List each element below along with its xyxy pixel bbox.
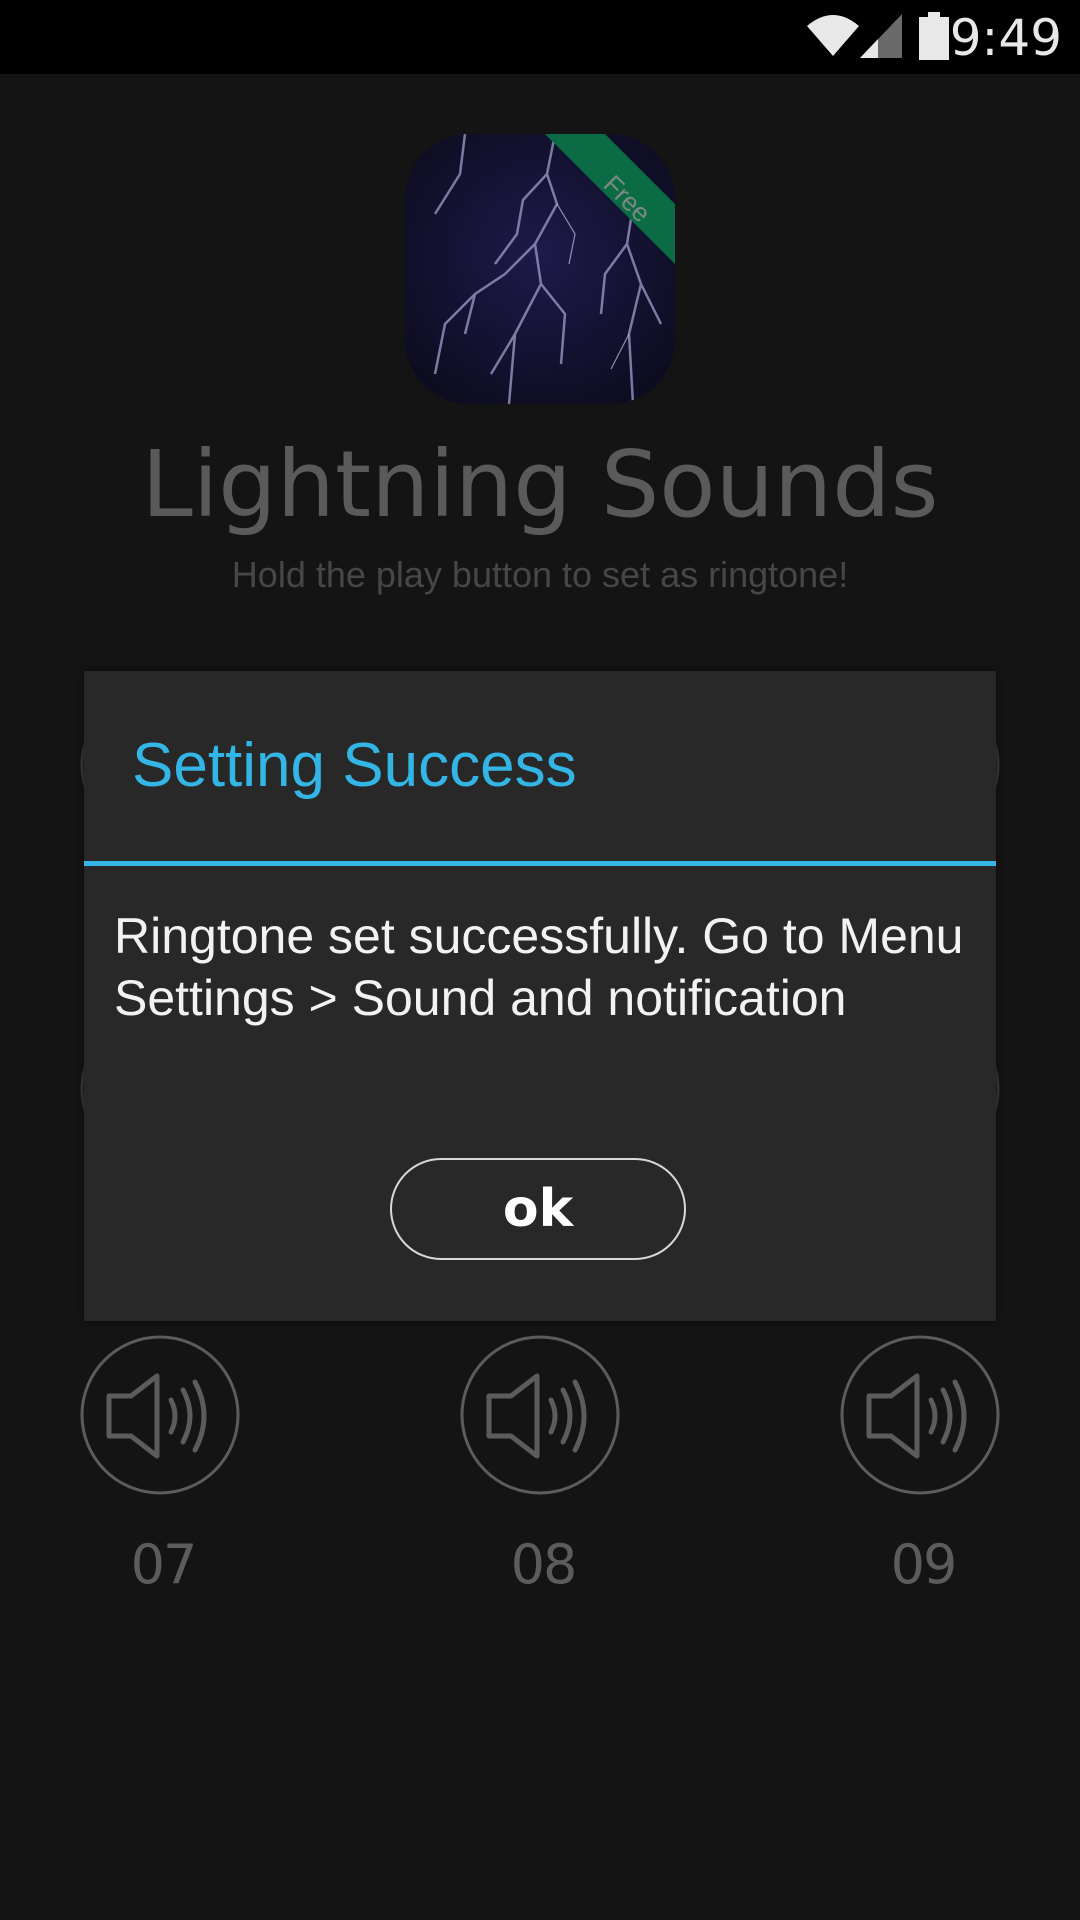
sound-button-07[interactable] [79, 1334, 241, 1496]
app-title: Lightning Sounds [141, 431, 939, 538]
sound-button-08[interactable] [459, 1334, 621, 1496]
dialog-message: Ringtone set successfully. Go to Menu Se… [114, 908, 964, 1026]
ok-button[interactable]: ok [390, 1158, 686, 1260]
speaker-icon [486, 1373, 587, 1459]
status-time: 9:49 [949, 9, 1062, 67]
sound-label-08: 08 [510, 1533, 578, 1596]
sound-label-07: 07 [130, 1533, 198, 1596]
screen: 9:49 Free Lightning Sounds Hold the play… [0, 0, 1080, 1920]
wifi-icon [807, 15, 859, 56]
speaker-icon [866, 1373, 967, 1459]
setting-success-dialog: Setting Success Ringtone set successfull… [84, 671, 996, 1321]
status-bar: 9:49 [0, 0, 1080, 74]
battery-icon [919, 12, 949, 60]
dialog-title: Setting Success [132, 731, 577, 800]
dialog-divider [84, 861, 996, 866]
app-logo: Free [405, 134, 675, 404]
cell-signal-icon [860, 14, 902, 58]
sound-button-09[interactable] [839, 1334, 1001, 1496]
speaker-icon [106, 1373, 207, 1459]
app-subtitle: Hold the play button to set as ringtone! [231, 554, 849, 595]
sound-label-09: 09 [890, 1533, 958, 1596]
